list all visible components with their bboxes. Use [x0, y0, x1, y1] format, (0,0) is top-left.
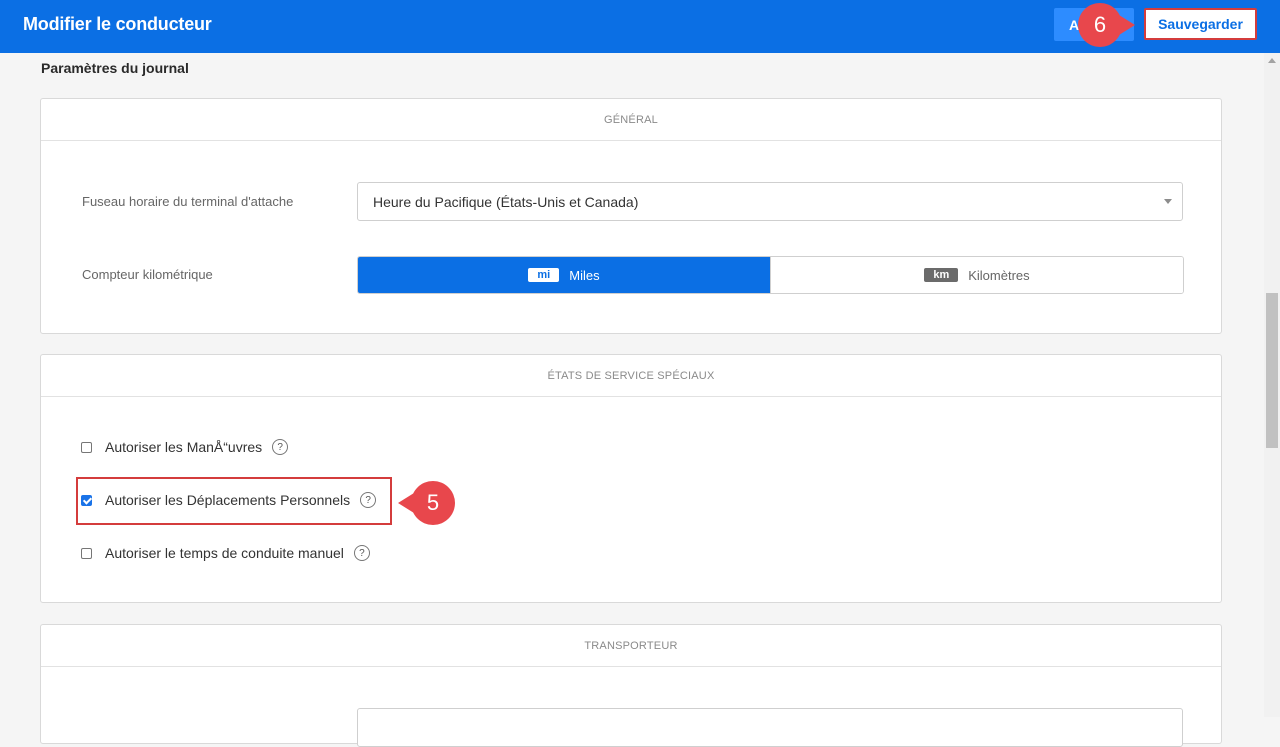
page-title: Modifier le conducteur	[23, 14, 212, 34]
odometer-option-label: Kilomètres	[968, 267, 1030, 283]
odometer-option-km[interactable]: km Kilomètres	[770, 257, 1183, 293]
option-label: Autoriser les ManÅ“uvres	[105, 439, 263, 455]
page-scrollbar[interactable]	[1264, 53, 1280, 717]
scroll-up-arrow-icon[interactable]	[1268, 58, 1276, 63]
caret-down-icon	[1164, 199, 1172, 204]
yard-moves-checkbox[interactable]	[81, 441, 92, 453]
timezone-select[interactable]: Heure du Pacifique (États-Unis et Canada…	[357, 182, 1183, 221]
unit-badge-mi: mi	[528, 268, 560, 282]
timezone-value: Heure du Pacifique (États-Unis et Canada…	[373, 194, 639, 210]
odometer-option-label: Miles	[569, 267, 600, 283]
carrier-card-header: TRANSPORTEUR	[41, 625, 1221, 667]
highlight-box	[76, 477, 392, 525]
option-row-yard-moves[interactable]: Autoriser les ManÅ“uvres ?	[81, 437, 289, 457]
timezone-label: Fuseau horaire du terminal d'attache	[82, 194, 294, 209]
unit-badge-km: km	[924, 268, 959, 282]
option-row-manual-drive-time[interactable]: Autoriser le temps de conduite manuel ?	[81, 543, 370, 563]
general-card: GÉNÉRAL Fuseau horaire du terminal d'att…	[40, 98, 1222, 334]
option-label: Autoriser le temps de conduite manuel	[105, 545, 344, 561]
scrollbar-thumb[interactable]	[1266, 293, 1278, 448]
help-icon[interactable]: ?	[272, 439, 289, 455]
manual-drive-time-checkbox[interactable]	[81, 547, 92, 559]
odometer-option-miles[interactable]: mi Miles	[358, 257, 770, 293]
help-icon[interactable]: ?	[353, 545, 370, 561]
general-card-header: GÉNÉRAL	[41, 99, 1221, 141]
odometer-unit-toggle: mi Miles km Kilomètres	[357, 256, 1184, 294]
step-callout-5: 5	[398, 481, 455, 525]
save-button[interactable]: Sauvegarder	[1144, 8, 1257, 40]
odometer-label: Compteur kilométrique	[82, 267, 213, 282]
step-callout-6: 6	[1078, 3, 1135, 47]
carrier-input[interactable]	[357, 708, 1183, 747]
carrier-card: TRANSPORTEUR	[40, 624, 1222, 747]
section-title: Paramètres du journal	[41, 60, 189, 76]
special-card-header: ÉTATS DE SERVICE SPÉCIAUX	[41, 355, 1221, 397]
